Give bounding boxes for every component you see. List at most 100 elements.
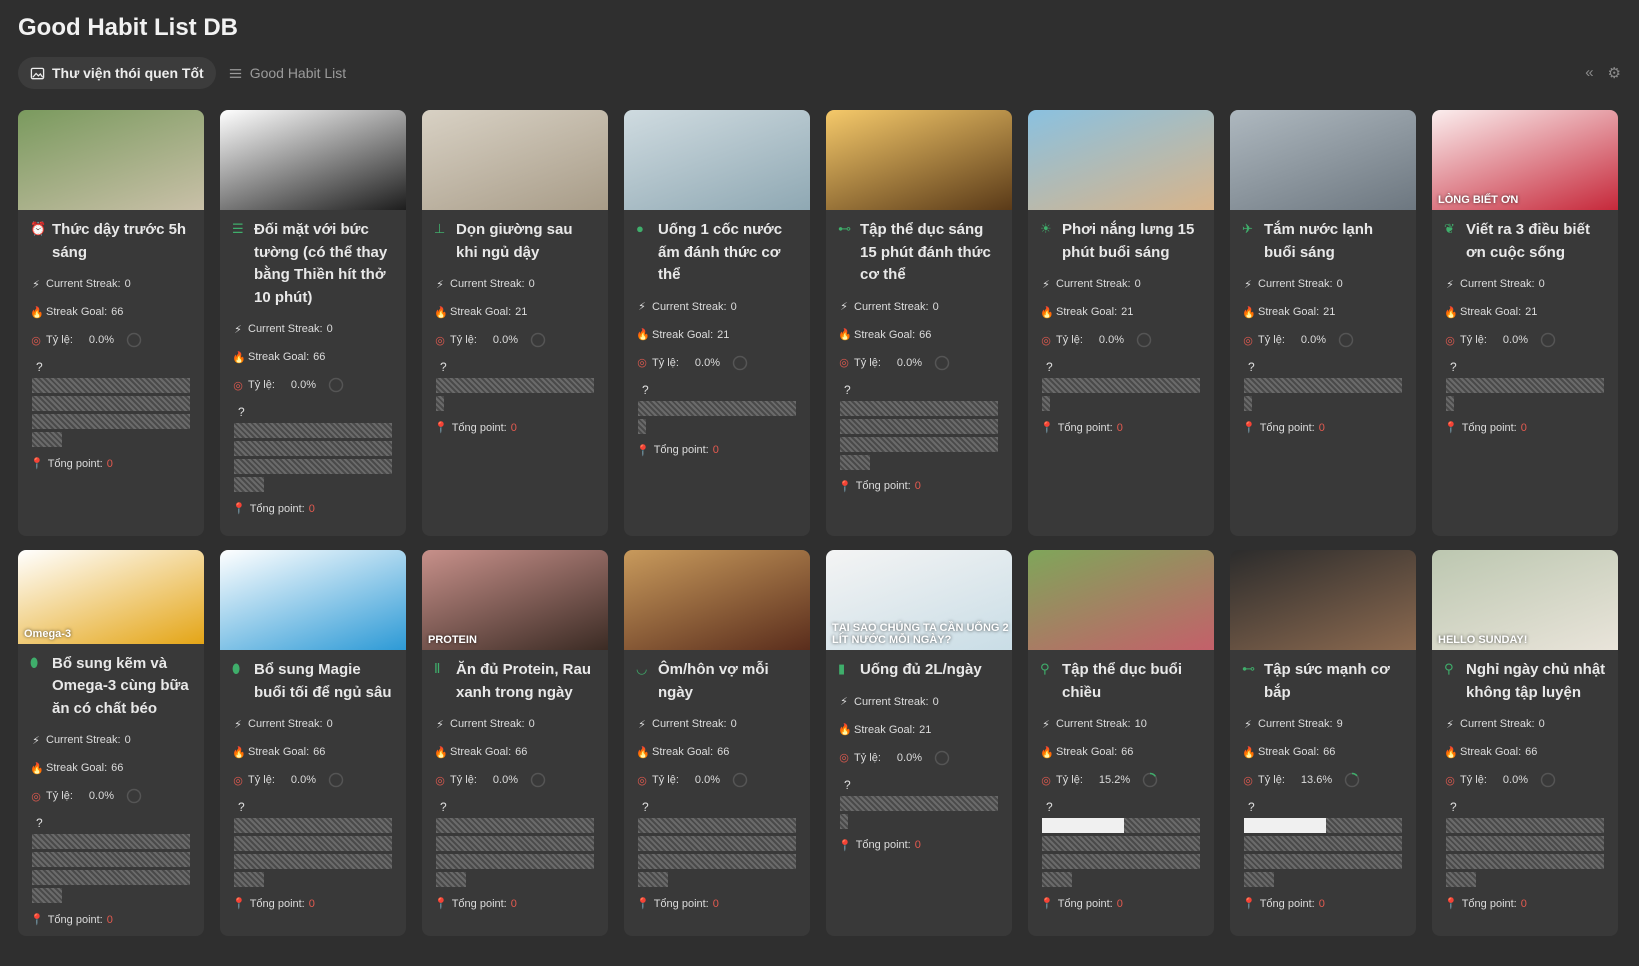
streak-goal-label: Streak Goal: [1056, 306, 1118, 318]
progress-ring [126, 332, 142, 348]
pin-icon: 📍 [636, 898, 650, 910]
total-point-label: Tổng point: [653, 897, 709, 910]
streak-goal-value: 21 [1121, 306, 1134, 318]
running-icon: ⚲ [1040, 661, 1050, 676]
progress-ring [1540, 772, 1556, 788]
rate: ◎ Tỷ lệ: 0.0% [1444, 326, 1606, 354]
habit-card[interactable]: ⚲ Tập thể dục buổi chiều ⚡ Current Streak: 1… [1028, 550, 1214, 936]
notes-line [1446, 396, 1454, 411]
notes-line [234, 441, 392, 456]
notes-question-label: ? [440, 800, 447, 814]
current-streak: ⚡ Current Streak: 0 [1444, 270, 1606, 298]
notes-line [234, 854, 392, 869]
streak-goal-value: 21 [1323, 306, 1336, 318]
cover-text: Omega-3 [24, 627, 72, 640]
card-title: Đối mặt với bức tường (có thể thay bằng … [254, 221, 388, 306]
progress-ring [934, 355, 950, 370]
streak-goal-label: Streak Goal: [1056, 746, 1118, 758]
notes-line [1042, 378, 1200, 393]
notes-placeholder [838, 400, 1000, 470]
current-streak: ⚡ Current Streak: 0 [636, 293, 798, 321]
pin-icon: 📍 [434, 422, 448, 434]
current-streak-value: 10 [1134, 718, 1147, 730]
rate: ◎ Tỷ lệ: 0.0% [1040, 326, 1202, 354]
rate-value: 0.0% [896, 356, 922, 369]
streak-goal-value: 21 [717, 328, 730, 341]
notes-placeholder [1242, 378, 1404, 411]
total-point-value: 0 [1116, 897, 1123, 910]
rate-value: 13.6% [1300, 774, 1333, 786]
streak-goal-value: 66 [313, 746, 326, 758]
card-title: Bổ sung Magie buổi tối để ngủ sâu [254, 661, 392, 701]
list-icon [229, 68, 241, 78]
card-title: Ăn đủ Protein, Rau xanh trong ngày [456, 661, 591, 701]
pin-icon: 📍 [838, 480, 852, 493]
notes-line [840, 418, 998, 434]
dumbbell-icon: ⊷ [1242, 661, 1255, 676]
rate: ◎ Tỷ lệ: 15.2% [1040, 766, 1202, 794]
progress-ring [934, 750, 950, 765]
notes-line [32, 834, 190, 849]
total-point: 📍 Tổng point: 0 [636, 444, 798, 457]
habit-card[interactable]: ⊷ Tập thể dục sáng 15 phút đánh thức cơ t… [826, 110, 1012, 536]
total-point-label: Tổng point: [653, 444, 709, 456]
habit-card[interactable]: PROTEIN Ⅱ Ăn đủ Protein, Rau xanh trong ng… [422, 550, 608, 936]
total-point: 📍 Tổng point: 0 [1444, 421, 1606, 435]
habit-card[interactable]: HELLO SUNDAY! ⚲ Nghỉ ngày chủ nhật không t… [1432, 550, 1618, 936]
rate-label: Tỷ lệ: [1056, 774, 1083, 786]
notes-placeholder [1242, 818, 1404, 887]
rate-value: 0.0% [1300, 334, 1326, 346]
current-streak-value: 0 [1336, 278, 1343, 290]
notes-line [638, 818, 796, 833]
habit-card[interactable]: TẠI SAO CHÚNG TA CẦN UỐNG 2 LÍT NƯỚC MỖI… [826, 550, 1012, 936]
tab-gallery-label: Thư viện thói quen Tốt [52, 65, 204, 81]
notes-placeholder [30, 378, 192, 447]
rate-label: Tỷ lệ: [1460, 774, 1487, 786]
notes-line [234, 818, 392, 833]
streak-goal: 🔥 Streak Goal: 21 [1040, 298, 1202, 326]
habit-card[interactable]: ● Uống 1 cốc nước ấm đánh thức cơ thể ⚡ Cur… [624, 110, 810, 536]
current-streak-value: 0 [124, 734, 131, 746]
streak-goal: 🔥 Streak Goal: 66 [1444, 738, 1606, 766]
habit-card[interactable]: ⊥ Dọn giường sau khi ngủ dậy ⚡ Current Stre… [422, 110, 608, 536]
current-streak-label: Current Streak: [1056, 718, 1131, 730]
streak-goal-value: 66 [1121, 746, 1134, 758]
tab-gallery-view[interactable]: Thư viện thói quen Tốt [18, 57, 216, 89]
rate-label: Tỷ lệ: [46, 790, 73, 802]
rate: ◎ Tỷ lệ: 0.0% [636, 349, 798, 377]
current-streak: ⚡ Current Streak: 0 [1242, 270, 1404, 298]
notes-line [1446, 378, 1604, 393]
habit-card[interactable]: Omega-3 ⬮ Bổ sung kẽm và Omega-3 cùng bữa … [18, 550, 204, 936]
streak-goal-label: Streak Goal: [1460, 306, 1522, 318]
tab-list-view[interactable]: Good Habit List [216, 57, 359, 89]
double-chevron-left-icon[interactable]: « [1585, 64, 1593, 82]
habit-card[interactable]: ⊷ Tập sức mạnh cơ bắp ⚡ Current Streak: 9 🔥 St… [1230, 550, 1416, 936]
streak-goal-label: Streak Goal: [854, 723, 916, 736]
current-streak-label: Current Streak: [1056, 278, 1131, 290]
streak-goal-label: Streak Goal: [652, 328, 714, 341]
streak-goal-label: Streak Goal: [248, 746, 310, 758]
lightning-icon: ⚡ [638, 718, 646, 731]
habit-card[interactable]: ⏰ Thức dậy trước 5h sáng ⚡ Current Streak: 0… [18, 110, 204, 536]
current-streak: ⚡ Current Streak: 0 [232, 710, 394, 738]
habit-card[interactable]: LÒNG BIẾT ƠN ❦ Viết ra 3 điều biết ơn cuộc… [1432, 110, 1618, 536]
notes-line [1244, 378, 1402, 393]
habit-card[interactable]: ☰ Đối mặt với bức tường (có thể thay bằng… [220, 110, 406, 536]
habit-card[interactable]: ◡ Ôm/hôn vợ mỗi ngày ⚡ Current Streak: 0 🔥 Str… [624, 550, 810, 936]
habit-card[interactable]: ⬮ Bổ sung Magie buổi tối để ngủ sâu ⚡ Curre… [220, 550, 406, 936]
streak-goal-label: Streak Goal: [46, 762, 108, 774]
notes-line [638, 836, 796, 851]
settings-sliders-icon[interactable]: ⚙ [1608, 64, 1621, 82]
target-icon: ◎ [839, 752, 849, 764]
notes-line [32, 414, 190, 429]
habit-card[interactable]: ☀ Phơi nắng lưng 15 phút buổi sáng ⚡ Curren… [1028, 110, 1214, 536]
habit-card[interactable]: ✈ Tắm nước lạnh buổi sáng ⚡ Current Streak:… [1230, 110, 1416, 536]
pin-icon: 📍 [1242, 898, 1256, 910]
rate-label: Tỷ lệ: [46, 334, 73, 346]
notes-line [436, 396, 444, 411]
notes-placeholder [232, 423, 394, 492]
notes-line [1244, 818, 1402, 833]
current-streak-label: Current Streak: [46, 734, 121, 746]
current-streak-label: Current Streak: [652, 300, 727, 313]
notes-placeholder [636, 400, 798, 434]
